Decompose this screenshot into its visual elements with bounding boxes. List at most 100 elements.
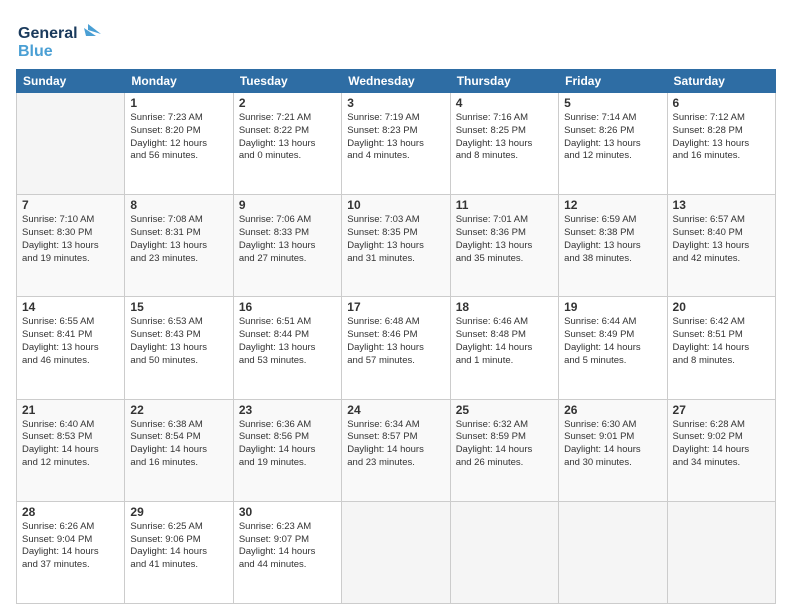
calendar-table: SundayMondayTuesdayWednesdayThursdayFrid…	[16, 69, 776, 604]
calendar-cell: 8 Sunrise: 7:08 AM Sunset: 8:31 PM Daylig…	[125, 195, 233, 297]
day-number: 12	[564, 198, 661, 212]
day-number: 20	[673, 300, 770, 314]
calendar-cell	[667, 501, 775, 603]
calendar-cell: 27Sunrise: 6:28 AM Sunset: 9:02 PM Dayli…	[667, 399, 775, 501]
col-header-friday: Friday	[559, 70, 667, 93]
cell-content: Sunrise: 7:06 AM Sunset: 8:33 PM Dayligh…	[239, 214, 336, 265]
calendar-cell: 16 Sunrise: 6:51 AM Sunset: 8:44 PM Dayli…	[233, 297, 341, 399]
cell-content: Sunrise: 6:40 AM Sunset: 8:53 PM Dayligh…	[22, 419, 119, 470]
day-number: 21	[22, 403, 119, 417]
logo-icon: General Blue	[16, 16, 106, 61]
calendar-cell: 1Sunrise: 7:23 AM Sunset: 8:20 PM Daylig…	[125, 93, 233, 195]
calendar-cell: 30Sunrise: 6:23 AM Sunset: 9:07 PM Dayli…	[233, 501, 341, 603]
day-number: 16	[239, 300, 336, 314]
cell-content: Sunrise: 6:30 AM Sunset: 9:01 PM Dayligh…	[564, 419, 661, 470]
calendar-cell: 23 Sunrise: 6:36 AM Sunset: 8:56 PM Dayli…	[233, 399, 341, 501]
col-header-thursday: Thursday	[450, 70, 558, 93]
cell-content: Sunrise: 7:08 AM Sunset: 8:31 PM Dayligh…	[130, 214, 227, 265]
day-number: 22	[130, 403, 227, 417]
day-number: 19	[564, 300, 661, 314]
day-number: 6	[673, 96, 770, 110]
calendar-cell: 24 Sunrise: 6:34 AM Sunset: 8:57 PM Dayli…	[342, 399, 450, 501]
calendar-cell: 18 Sunrise: 6:46 AM Sunset: 8:48 PM Dayli…	[450, 297, 558, 399]
calendar-cell: 22Sunrise: 6:38 AM Sunset: 8:54 PM Dayli…	[125, 399, 233, 501]
day-number: 9	[239, 198, 336, 212]
cell-content: Sunrise: 6:42 AM Sunset: 8:51 PM Dayligh…	[673, 316, 770, 367]
col-header-tuesday: Tuesday	[233, 70, 341, 93]
day-number: 27	[673, 403, 770, 417]
calendar-cell: 13 Sunrise: 6:57 AM Sunset: 8:40 PM Dayli…	[667, 195, 775, 297]
calendar-cell	[17, 93, 125, 195]
day-number: 13	[673, 198, 770, 212]
calendar-cell: 9 Sunrise: 7:06 AM Sunset: 8:33 PM Daylig…	[233, 195, 341, 297]
day-number: 5	[564, 96, 661, 110]
col-header-wednesday: Wednesday	[342, 70, 450, 93]
calendar-cell: 2Sunrise: 7:21 AM Sunset: 8:22 PM Daylig…	[233, 93, 341, 195]
day-number: 18	[456, 300, 553, 314]
cell-content: Sunrise: 6:25 AM Sunset: 9:06 PM Dayligh…	[130, 521, 227, 572]
day-number: 24	[347, 403, 444, 417]
day-number: 26	[564, 403, 661, 417]
header-row: SundayMondayTuesdayWednesdayThursdayFrid…	[17, 70, 776, 93]
week-row-0: 1Sunrise: 7:23 AM Sunset: 8:20 PM Daylig…	[17, 93, 776, 195]
cell-content: Sunrise: 7:19 AM Sunset: 8:23 PM Dayligh…	[347, 112, 444, 163]
calendar-cell: 29 Sunrise: 6:25 AM Sunset: 9:06 PM Dayli…	[125, 501, 233, 603]
day-number: 29	[130, 505, 227, 519]
svg-text:General: General	[18, 25, 78, 42]
header: General Blue	[16, 16, 776, 61]
cell-content: Sunrise: 6:34 AM Sunset: 8:57 PM Dayligh…	[347, 419, 444, 470]
svg-text:Blue: Blue	[18, 43, 53, 60]
day-number: 23	[239, 403, 336, 417]
cell-content: Sunrise: 6:46 AM Sunset: 8:48 PM Dayligh…	[456, 316, 553, 367]
day-number: 7	[22, 198, 119, 212]
calendar-cell: 17 Sunrise: 6:48 AM Sunset: 8:46 PM Dayli…	[342, 297, 450, 399]
cell-content: Sunrise: 7:23 AM Sunset: 8:20 PM Dayligh…	[130, 112, 227, 163]
day-number: 25	[456, 403, 553, 417]
page: General Blue SundayMondayTuesdayWednesda…	[0, 0, 792, 612]
day-number: 17	[347, 300, 444, 314]
day-number: 14	[22, 300, 119, 314]
calendar-cell: 19 Sunrise: 6:44 AM Sunset: 8:49 PM Dayli…	[559, 297, 667, 399]
day-number: 30	[239, 505, 336, 519]
calendar-cell: 14 Sunrise: 6:55 AM Sunset: 8:41 PM Dayli…	[17, 297, 125, 399]
calendar-cell: 25Sunrise: 6:32 AM Sunset: 8:59 PM Dayli…	[450, 399, 558, 501]
calendar-cell: 3 Sunrise: 7:19 AM Sunset: 8:23 PM Daylig…	[342, 93, 450, 195]
day-number: 28	[22, 505, 119, 519]
cell-content: Sunrise: 6:57 AM Sunset: 8:40 PM Dayligh…	[673, 214, 770, 265]
cell-content: Sunrise: 6:48 AM Sunset: 8:46 PM Dayligh…	[347, 316, 444, 367]
calendar-cell: 15 Sunrise: 6:53 AM Sunset: 8:43 PM Dayli…	[125, 297, 233, 399]
cell-content: Sunrise: 6:55 AM Sunset: 8:41 PM Dayligh…	[22, 316, 119, 367]
col-header-sunday: Sunday	[17, 70, 125, 93]
cell-content: Sunrise: 7:01 AM Sunset: 8:36 PM Dayligh…	[456, 214, 553, 265]
day-number: 10	[347, 198, 444, 212]
day-number: 3	[347, 96, 444, 110]
calendar-cell: 11 Sunrise: 7:01 AM Sunset: 8:36 PM Dayli…	[450, 195, 558, 297]
calendar-cell: 28 Sunrise: 6:26 AM Sunset: 9:04 PM Dayli…	[17, 501, 125, 603]
week-row-4: 28 Sunrise: 6:26 AM Sunset: 9:04 PM Dayli…	[17, 501, 776, 603]
day-number: 8	[130, 198, 227, 212]
col-header-saturday: Saturday	[667, 70, 775, 93]
calendar-cell: 10 Sunrise: 7:03 AM Sunset: 8:35 PM Dayli…	[342, 195, 450, 297]
cell-content: Sunrise: 6:59 AM Sunset: 8:38 PM Dayligh…	[564, 214, 661, 265]
calendar-cell: 4 Sunrise: 7:16 AM Sunset: 8:25 PM Daylig…	[450, 93, 558, 195]
calendar-cell: 7 Sunrise: 7:10 AM Sunset: 8:30 PM Daylig…	[17, 195, 125, 297]
calendar-cell	[559, 501, 667, 603]
calendar-cell	[450, 501, 558, 603]
calendar-cell: 21 Sunrise: 6:40 AM Sunset: 8:53 PM Dayli…	[17, 399, 125, 501]
cell-content: Sunrise: 6:51 AM Sunset: 8:44 PM Dayligh…	[239, 316, 336, 367]
calendar-cell: 5Sunrise: 7:14 AM Sunset: 8:26 PM Daylig…	[559, 93, 667, 195]
cell-content: Sunrise: 7:03 AM Sunset: 8:35 PM Dayligh…	[347, 214, 444, 265]
cell-content: Sunrise: 7:16 AM Sunset: 8:25 PM Dayligh…	[456, 112, 553, 163]
cell-content: Sunrise: 7:12 AM Sunset: 8:28 PM Dayligh…	[673, 112, 770, 163]
calendar-cell	[342, 501, 450, 603]
cell-content: Sunrise: 6:36 AM Sunset: 8:56 PM Dayligh…	[239, 419, 336, 470]
col-header-monday: Monday	[125, 70, 233, 93]
cell-content: Sunrise: 6:53 AM Sunset: 8:43 PM Dayligh…	[130, 316, 227, 367]
day-number: 15	[130, 300, 227, 314]
cell-content: Sunrise: 7:21 AM Sunset: 8:22 PM Dayligh…	[239, 112, 336, 163]
cell-content: Sunrise: 6:26 AM Sunset: 9:04 PM Dayligh…	[22, 521, 119, 572]
cell-content: Sunrise: 6:44 AM Sunset: 8:49 PM Dayligh…	[564, 316, 661, 367]
day-number: 11	[456, 198, 553, 212]
cell-content: Sunrise: 7:10 AM Sunset: 8:30 PM Dayligh…	[22, 214, 119, 265]
day-number: 4	[456, 96, 553, 110]
